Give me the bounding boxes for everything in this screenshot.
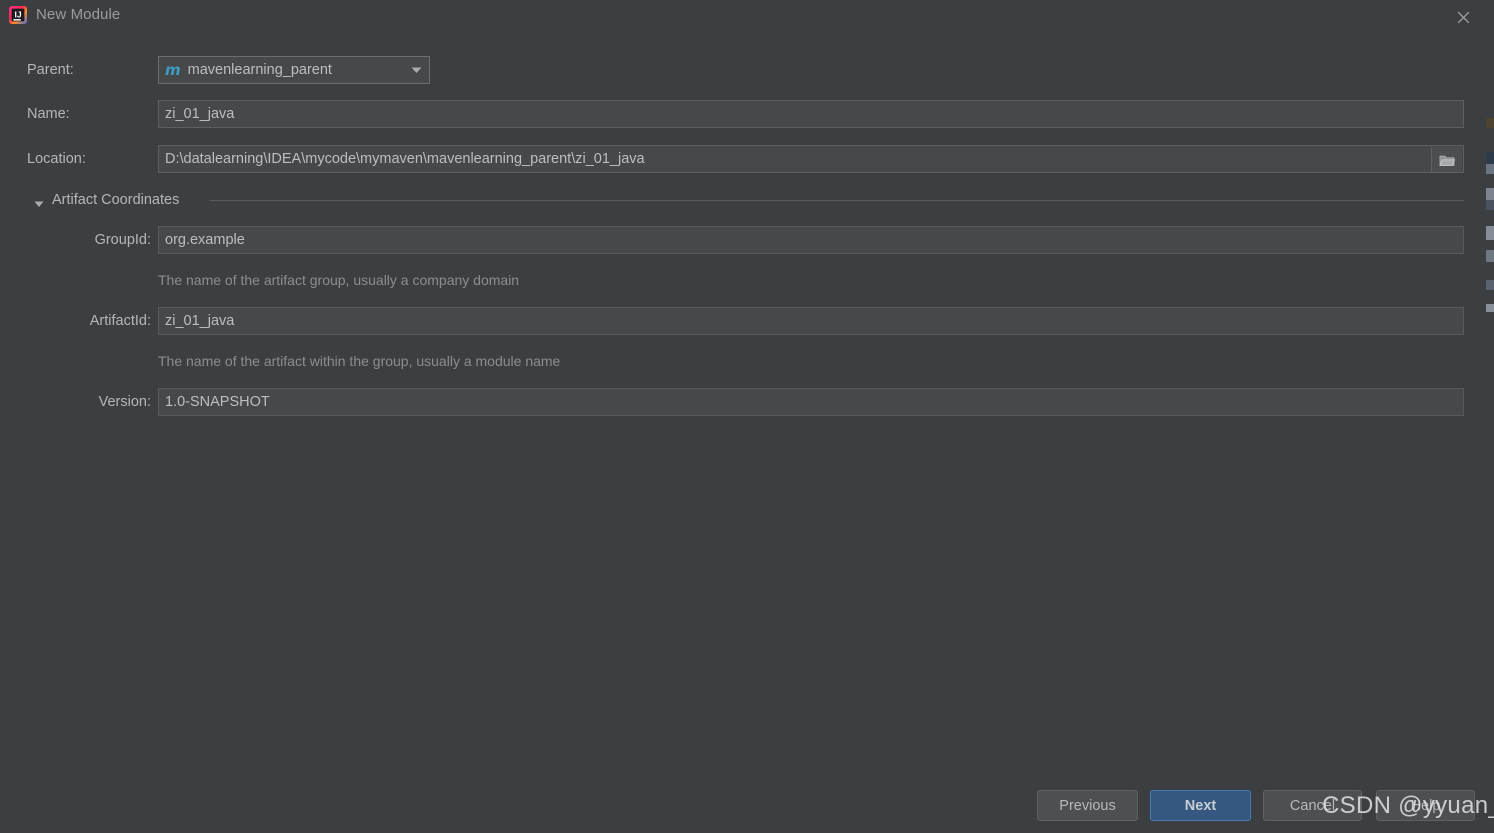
group-separator [209,200,1464,201]
help-button[interactable]: Help [1376,790,1475,821]
location-input[interactable]: D:\datalearning\IDEA\mycode\mymaven\mave… [158,145,1464,173]
cancel-button[interactable]: Cancel [1263,790,1362,821]
artifact-coordinates-group-header[interactable]: Artifact Coordinates [0,190,1487,210]
name-input[interactable]: zi_01_java [158,100,1464,128]
folder-icon[interactable] [1431,147,1462,172]
previous-button[interactable]: Previous [1037,790,1138,821]
artifact-coordinates-title: Artifact Coordinates [52,192,180,208]
svg-text:IJ: IJ [14,10,21,20]
location-input-value: D:\datalearning\IDEA\mycode\mymaven\mave… [165,151,645,167]
group-id-row: GroupId: org.example [0,226,1487,254]
artifact-id-row: ArtifactId: zi_01_java [0,307,1487,335]
next-button[interactable]: Next [1150,790,1251,821]
artifact-id-hint: The name of the artifact within the grou… [158,353,561,369]
name-label: Name: [27,106,70,122]
background-ide-sliver [1486,0,1494,833]
parent-row: Parent: m mavenlearning_parent [0,56,1487,84]
parent-combobox-value: mavenlearning_parent [187,62,332,78]
parent-combobox[interactable]: m mavenlearning_parent [158,56,430,84]
version-label: Version: [98,394,151,410]
dialog-title: New Module [36,6,121,23]
chevron-down-icon[interactable] [403,66,429,74]
close-icon[interactable] [1450,4,1476,30]
group-id-hint: The name of the artifact group, usually … [158,272,520,288]
intellij-idea-icon: IJ [8,5,28,25]
name-row: Name: zi_01_java [0,100,1487,128]
location-row: Location: D:\datalearning\IDEA\mycode\my… [0,145,1487,173]
location-label: Location: [27,151,86,167]
maven-module-icon: m [165,60,181,79]
group-id-input[interactable]: org.example [158,226,1464,254]
artifact-id-label: ArtifactId: [89,313,151,329]
group-id-label: GroupId: [94,232,151,248]
artifact-id-input[interactable]: zi_01_java [158,307,1464,335]
version-row: Version: 1.0-SNAPSHOT [0,388,1487,416]
dialog-titlebar: IJ New Module [0,0,1486,32]
new-module-dialog: IJ New Module Parent: m mavenlearning_pa… [0,0,1487,833]
triangle-down-icon[interactable] [34,195,44,213]
parent-label: Parent: [27,62,74,78]
version-input[interactable]: 1.0-SNAPSHOT [158,388,1464,416]
